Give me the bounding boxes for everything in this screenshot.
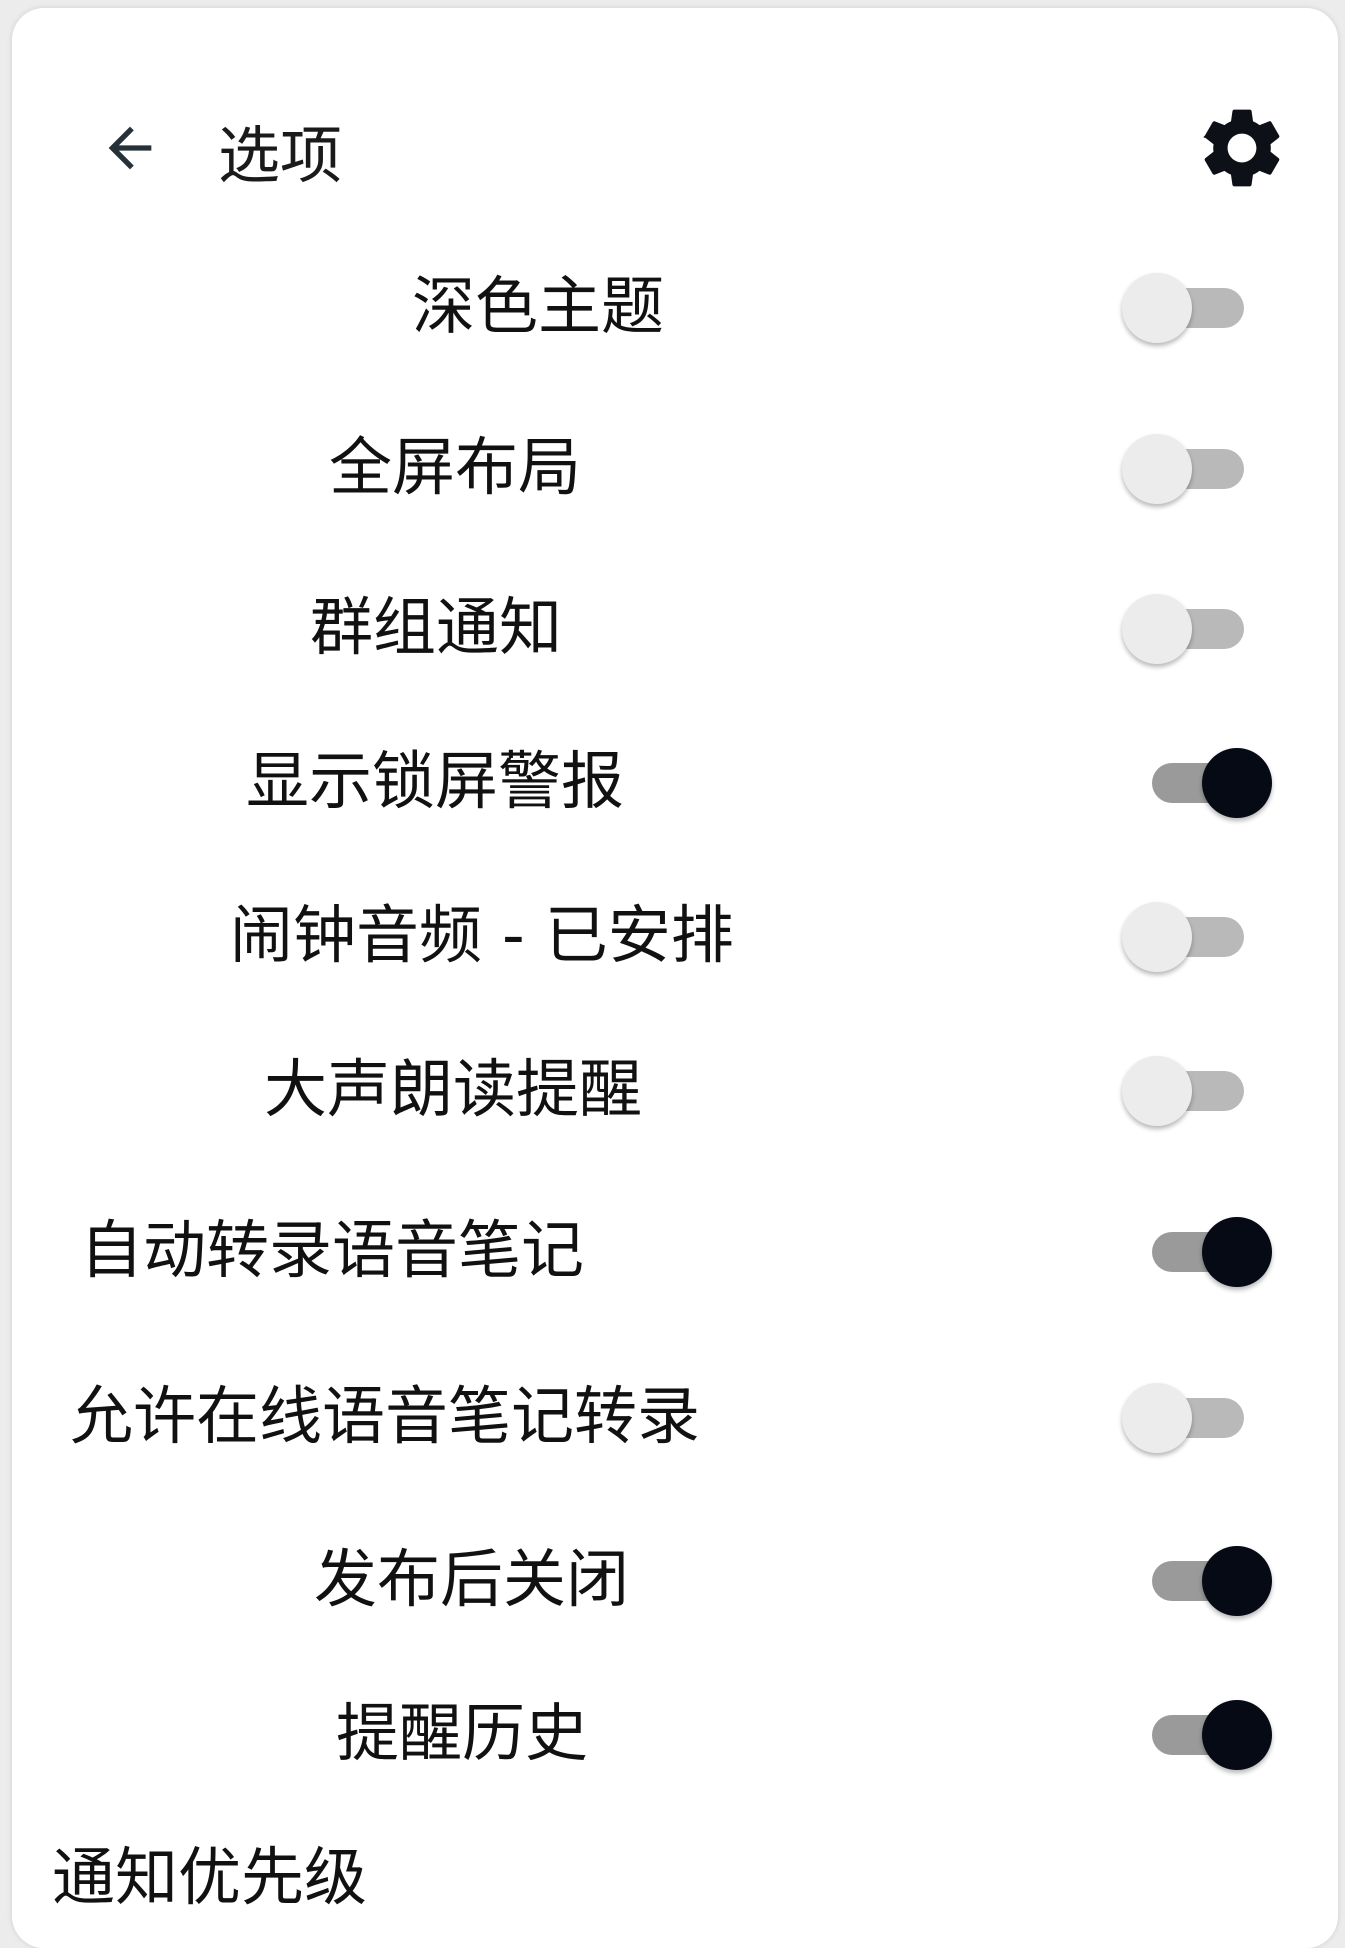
setting-row-lockscreen-alerts: 显示锁屏警报 bbox=[12, 732, 1338, 832]
switch-thumb bbox=[1122, 434, 1192, 504]
alarm-audio-switch[interactable] bbox=[1122, 902, 1272, 972]
setting-row-read-aloud: 大声朗读提醒 bbox=[12, 1040, 1338, 1140]
switch-thumb bbox=[1202, 1217, 1272, 1287]
setting-row-fullscreen-layout: 全屏布局 bbox=[12, 418, 1338, 518]
setting-label: 允许在线语音笔记转录 bbox=[70, 1380, 700, 1453]
setting-label: 自动转录语音笔记 bbox=[80, 1214, 584, 1287]
setting-row-group-notifications: 群组通知 bbox=[12, 578, 1338, 678]
setting-row-close-after-post: 发布后关闭 bbox=[12, 1530, 1338, 1630]
online-transcription-switch[interactable] bbox=[1122, 1383, 1272, 1453]
arrow-left-icon bbox=[108, 126, 152, 170]
close-after-post-switch[interactable] bbox=[1122, 1546, 1272, 1616]
setting-label: 全屏布局 bbox=[329, 431, 581, 504]
back-button[interactable] bbox=[90, 108, 170, 188]
setting-row-alarm-audio: 闹钟音频 - 已安排 bbox=[12, 886, 1338, 986]
setting-label: 提醒历史 bbox=[336, 1697, 588, 1770]
switch-thumb bbox=[1122, 902, 1192, 972]
setting-label: 深色主题 bbox=[412, 270, 664, 343]
reminder-history-switch[interactable] bbox=[1122, 1700, 1272, 1770]
setting-row-notification-priority[interactable]: 通知优先级 bbox=[12, 1828, 1338, 1928]
page-title: 选项 bbox=[218, 119, 343, 192]
setting-row-auto-transcribe: 自动转录语音笔记 bbox=[12, 1201, 1338, 1301]
fullscreen-layout-switch[interactable] bbox=[1122, 434, 1272, 504]
setting-label: 通知优先级 bbox=[52, 1841, 367, 1914]
gear-icon bbox=[1203, 109, 1280, 187]
switch-thumb bbox=[1122, 1383, 1192, 1453]
switch-thumb bbox=[1122, 594, 1192, 664]
settings-button[interactable] bbox=[1192, 98, 1292, 198]
setting-label: 群组通知 bbox=[310, 591, 562, 664]
switch-thumb bbox=[1122, 1056, 1192, 1126]
setting-label: 显示锁屏警报 bbox=[246, 745, 624, 818]
setting-label: 发布后关闭 bbox=[314, 1543, 629, 1616]
setting-row-reminder-history: 提醒历史 bbox=[12, 1684, 1338, 1784]
switch-thumb bbox=[1202, 1700, 1272, 1770]
dark-theme-switch[interactable] bbox=[1122, 273, 1272, 343]
switch-thumb bbox=[1202, 748, 1272, 818]
options-panel: 选项 深色主题 全屏布局 群组通知 显示锁屏警报 闹钟音频 - 已安排 大声朗读… bbox=[12, 8, 1338, 1948]
setting-row-online-transcription: 允许在线语音笔记转录 bbox=[12, 1367, 1338, 1467]
lockscreen-alerts-switch[interactable] bbox=[1122, 748, 1272, 818]
switch-thumb bbox=[1122, 273, 1192, 343]
setting-label: 闹钟音频 - 已安排 bbox=[230, 899, 734, 972]
auto-transcribe-switch[interactable] bbox=[1122, 1217, 1272, 1287]
read-aloud-switch[interactable] bbox=[1122, 1056, 1272, 1126]
switch-thumb bbox=[1202, 1546, 1272, 1616]
setting-label: 大声朗读提醒 bbox=[264, 1053, 642, 1126]
setting-row-dark-theme: 深色主题 bbox=[12, 257, 1338, 357]
group-notifications-switch[interactable] bbox=[1122, 594, 1272, 664]
